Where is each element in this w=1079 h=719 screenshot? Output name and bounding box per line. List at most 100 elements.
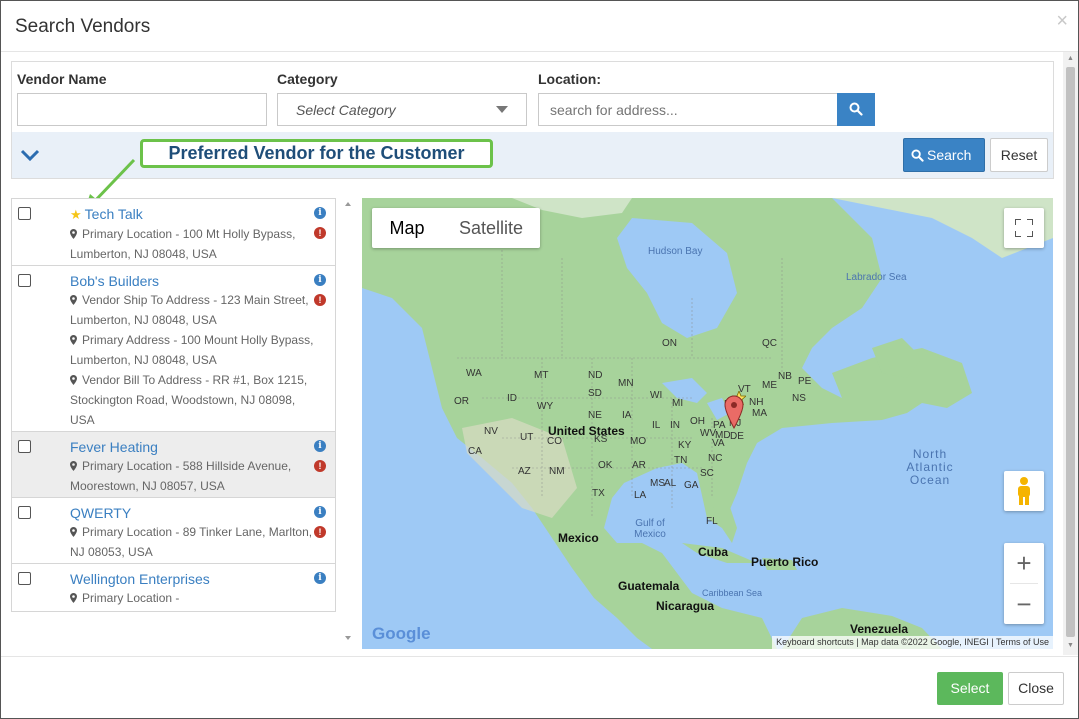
- map-landmass: [362, 198, 1053, 649]
- info-icon[interactable]: i: [314, 440, 326, 452]
- map-type-tabs: Map Satellite: [372, 208, 540, 248]
- vendor-address: Vendor Bill To Address - RR #1, Box 1215…: [70, 373, 308, 427]
- state-label-ks: KS: [594, 434, 608, 445]
- vendor-name-link[interactable]: Bob's Builders: [70, 273, 159, 289]
- reset-button[interactable]: Reset: [990, 138, 1048, 172]
- chevron-down-icon[interactable]: [20, 148, 40, 162]
- state-label-md: MD: [715, 430, 731, 441]
- state-label-ms: MS: [650, 478, 665, 489]
- vendor-item-wellington[interactable]: Wellington Enterprises Primary Location …: [12, 564, 335, 610]
- state-label-oh: OH: [690, 416, 705, 427]
- search-button-label: Search: [927, 147, 972, 163]
- state-label-ga: GA: [684, 480, 699, 491]
- map-label-labrador-sea: Labrador Sea: [846, 272, 907, 283]
- state-label-ma: MA: [752, 408, 767, 419]
- state-label-ut: UT: [520, 432, 534, 443]
- vendor-name-link[interactable]: ★ Tech Talk: [70, 206, 143, 223]
- state-label-mo: MO: [630, 436, 647, 447]
- keyboard-shortcuts-link[interactable]: Keyboard shortcuts: [776, 637, 854, 647]
- vendor-name-link[interactable]: Fever Heating: [70, 439, 158, 455]
- filter-bar: Preferred Vendor for the Customer Search…: [12, 132, 1053, 212]
- state-label-nv: NV: [484, 426, 498, 437]
- state-label-ar: AR: [632, 460, 646, 471]
- vendor-checkbox[interactable]: [18, 274, 31, 287]
- location-search-input[interactable]: [538, 93, 838, 126]
- category-select[interactable]: Select Category: [277, 93, 527, 126]
- search-icon: [849, 102, 863, 116]
- vendor-map[interactable]: Map Satellite + − Hudson Bay Labrador Se…: [362, 198, 1053, 649]
- state-label-qc: QC: [762, 338, 777, 349]
- vendor-name-link[interactable]: Wellington Enterprises: [70, 571, 210, 587]
- state-label-nc: NC: [708, 453, 723, 464]
- scrollbar-thumb[interactable]: [1066, 67, 1075, 637]
- close-icon[interactable]: ×: [1056, 11, 1068, 31]
- alert-icon[interactable]: !: [314, 227, 326, 239]
- map-pin-icon: [70, 335, 77, 345]
- search-icon: [911, 149, 924, 162]
- map-label-mexico: Mexico: [558, 531, 599, 545]
- state-label-on: ON: [662, 338, 677, 349]
- vendor-checkbox[interactable]: [18, 572, 31, 585]
- state-label-nh: NH: [749, 397, 764, 408]
- vendor-address: Primary Location -: [70, 588, 316, 608]
- vendor-checkbox[interactable]: [18, 506, 31, 519]
- alert-icon[interactable]: !: [314, 294, 326, 306]
- tab-map[interactable]: Map: [372, 208, 442, 248]
- search-vendors-modal: Search Vendors × ▲ ▼ Vendor Name Categor…: [0, 0, 1079, 719]
- state-label-ia: IA: [622, 410, 632, 421]
- state-label-la: LA: [634, 490, 647, 501]
- search-button[interactable]: Search: [903, 138, 985, 172]
- location-pin-icon[interactable]: [724, 395, 744, 429]
- vendor-checkbox[interactable]: [18, 207, 31, 220]
- info-icon[interactable]: i: [314, 207, 326, 219]
- zoom-in-button[interactable]: +: [1004, 543, 1044, 583]
- list-scrollbar[interactable]: [342, 198, 354, 646]
- map-label-cuba: Cuba: [698, 545, 728, 559]
- category-label: Category: [277, 71, 338, 87]
- vendor-address: Vendor Ship To Address - 123 Main Street…: [70, 293, 309, 327]
- modal-title: Search Vendors: [15, 16, 151, 37]
- state-label-me: ME: [762, 380, 777, 391]
- close-button[interactable]: Close: [1008, 672, 1064, 705]
- modal-footer: Select Close: [1, 656, 1078, 718]
- select-button[interactable]: Select: [937, 672, 1003, 705]
- state-label-mn: MN: [618, 378, 634, 389]
- info-icon[interactable]: i: [314, 572, 326, 584]
- fullscreen-button[interactable]: [1004, 208, 1044, 248]
- state-label-de: DE: [730, 431, 744, 442]
- vendor-address: Primary Location - 100 Mt Holly Bypass, …: [70, 227, 296, 261]
- terms-link[interactable]: Terms of Use: [996, 637, 1049, 647]
- location-search-button[interactable]: [837, 93, 875, 126]
- vendor-list: ★ Tech Talk Primary Location - 100 Mt Hol…: [11, 198, 336, 612]
- state-label-ne: NE: [588, 410, 602, 421]
- map-label-puerto-rico: Puerto Rico: [751, 555, 819, 569]
- map-pin-icon: [70, 593, 77, 603]
- map-label-guatemala: Guatemala: [618, 579, 680, 593]
- info-icon[interactable]: i: [314, 506, 326, 518]
- vendor-name-input[interactable]: [17, 93, 267, 126]
- vendor-name-link[interactable]: QWERTY: [70, 505, 131, 521]
- scroll-down-icon[interactable]: ▼: [1067, 642, 1074, 649]
- state-label-il: IL: [652, 420, 661, 431]
- alert-icon[interactable]: !: [314, 460, 326, 472]
- vendor-checkbox[interactable]: [18, 440, 31, 453]
- vendor-item-qwerty[interactable]: QWERTY Primary Location - 89 Tinker Lane…: [12, 498, 335, 564]
- location-label: Location:: [538, 71, 601, 87]
- modal-scrollbar[interactable]: ▲ ▼: [1063, 52, 1078, 655]
- vendor-address: Primary Location - 89 Tinker Lane, Marlt…: [70, 525, 313, 559]
- state-label-wi: WI: [650, 390, 663, 401]
- street-view-button[interactable]: [1004, 471, 1044, 511]
- scroll-up-icon[interactable]: ▲: [1067, 55, 1074, 62]
- map-label-north-atlantic: North Atlantic Ocean: [906, 447, 954, 487]
- vendor-item-bobs-builders[interactable]: Bob's Builders Vendor Ship To Address - …: [12, 266, 335, 432]
- info-icon[interactable]: i: [314, 274, 326, 286]
- state-label-sd: SD: [588, 388, 602, 399]
- vendor-item-tech-talk[interactable]: ★ Tech Talk Primary Location - 100 Mt Hol…: [12, 199, 335, 266]
- state-label-wa: WA: [466, 368, 482, 379]
- star-icon: ★: [70, 207, 82, 222]
- alert-icon[interactable]: !: [314, 526, 326, 538]
- zoom-out-button[interactable]: −: [1004, 584, 1044, 624]
- vendor-item-fever-heating[interactable]: Fever Heating Primary Location - 588 Hil…: [12, 432, 335, 498]
- tab-satellite[interactable]: Satellite: [442, 208, 540, 248]
- vendor-address: Primary Location - 588 Hillside Avenue, …: [70, 459, 292, 493]
